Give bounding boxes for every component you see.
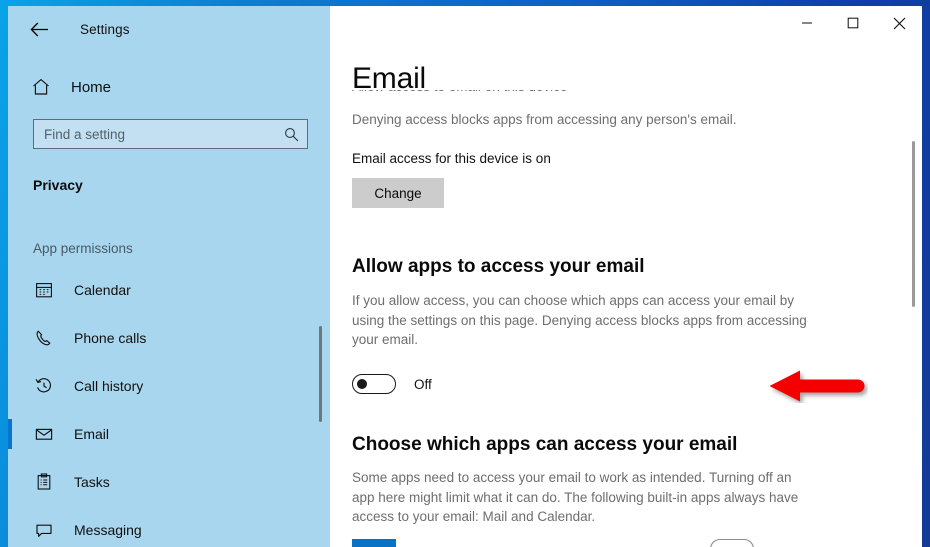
calendar-icon: [33, 279, 55, 301]
sidebar-item-calendar[interactable]: Calendar: [8, 266, 330, 314]
app-icon-tile: [352, 539, 396, 547]
phone-icon: [33, 327, 55, 349]
toggle-knob: [357, 379, 367, 389]
window-titlebar-left: Settings: [8, 6, 330, 52]
desktop-background: Settings Home Find a setting Privacy App…: [0, 0, 930, 547]
sidebar-item-messaging[interactable]: Messaging: [8, 506, 330, 547]
sidebar-item-label: Messaging: [74, 522, 142, 538]
sidebar-section-title: Privacy: [33, 177, 83, 193]
app-list-row-partial: [352, 539, 792, 547]
sidebar-item-label: Call history: [74, 378, 144, 394]
red-left-arrow-icon: [769, 370, 865, 402]
close-button[interactable]: [876, 6, 922, 40]
settings-window: Settings Home Find a setting Privacy App…: [8, 6, 922, 547]
navigation-pane: Settings Home Find a setting Privacy App…: [8, 6, 330, 547]
sidebar-item-home[interactable]: Home: [8, 68, 330, 106]
sidebar-item-email[interactable]: Email: [8, 410, 330, 458]
maximize-button[interactable]: [830, 6, 876, 40]
search-box[interactable]: [33, 119, 308, 149]
chat-bubble-icon: [33, 519, 55, 541]
minimize-button[interactable]: [784, 6, 830, 40]
envelope-icon: [33, 423, 55, 445]
app-row-toggle[interactable]: [710, 539, 754, 547]
sidebar-nav-list: Calendar Phone calls Call history Email …: [8, 266, 330, 547]
content-scrollbar[interactable]: [912, 141, 915, 307]
sidebar-item-label: Phone calls: [74, 330, 147, 346]
choose-apps-description: Some apps need to access your email to w…: [352, 470, 799, 524]
clipped-scrolled-text-value: Allow access to email on this device: [352, 90, 792, 94]
clipped-scrolled-text: Allow access to email on this device: [352, 90, 792, 103]
search-icon[interactable]: [284, 127, 299, 142]
change-button[interactable]: Change: [352, 178, 444, 208]
choose-apps-heading: Choose which apps can access your email: [352, 434, 738, 455]
app-title: Settings: [80, 21, 130, 37]
window-controls: [784, 6, 922, 40]
back-button[interactable]: [22, 14, 56, 44]
allow-apps-toggle-label: Off: [414, 376, 432, 392]
sidebar-item-label: Tasks: [74, 474, 110, 490]
sidebar-group-label: App permissions: [33, 241, 133, 256]
allow-apps-toggle-row: Off: [352, 374, 432, 394]
sidebar-item-phone-calls[interactable]: Phone calls: [8, 314, 330, 362]
page-description: Denying access blocks apps from accessin…: [352, 112, 737, 127]
search-input[interactable]: [44, 120, 284, 148]
call-history-icon: [33, 375, 55, 397]
sidebar-item-label: Calendar: [74, 282, 131, 298]
device-access-status: Email access for this device is on: [352, 151, 551, 166]
sidebar-item-label: Email: [74, 426, 110, 442]
sidebar-scrollbar[interactable]: [319, 326, 322, 422]
clipboard-icon: [33, 471, 55, 493]
home-icon: [30, 76, 52, 98]
sidebar-item-call-history[interactable]: Call history: [8, 362, 330, 410]
content-pane: Email Allow access to email on this devi…: [330, 6, 922, 547]
sidebar-item-tasks[interactable]: Tasks: [8, 458, 330, 506]
sidebar-item-home-label: Home: [71, 78, 112, 96]
allow-apps-toggle[interactable]: [352, 374, 396, 394]
allow-apps-description: If you allow access, you can choose whic…: [352, 293, 807, 347]
allow-apps-heading: Allow apps to access your email: [352, 256, 645, 277]
